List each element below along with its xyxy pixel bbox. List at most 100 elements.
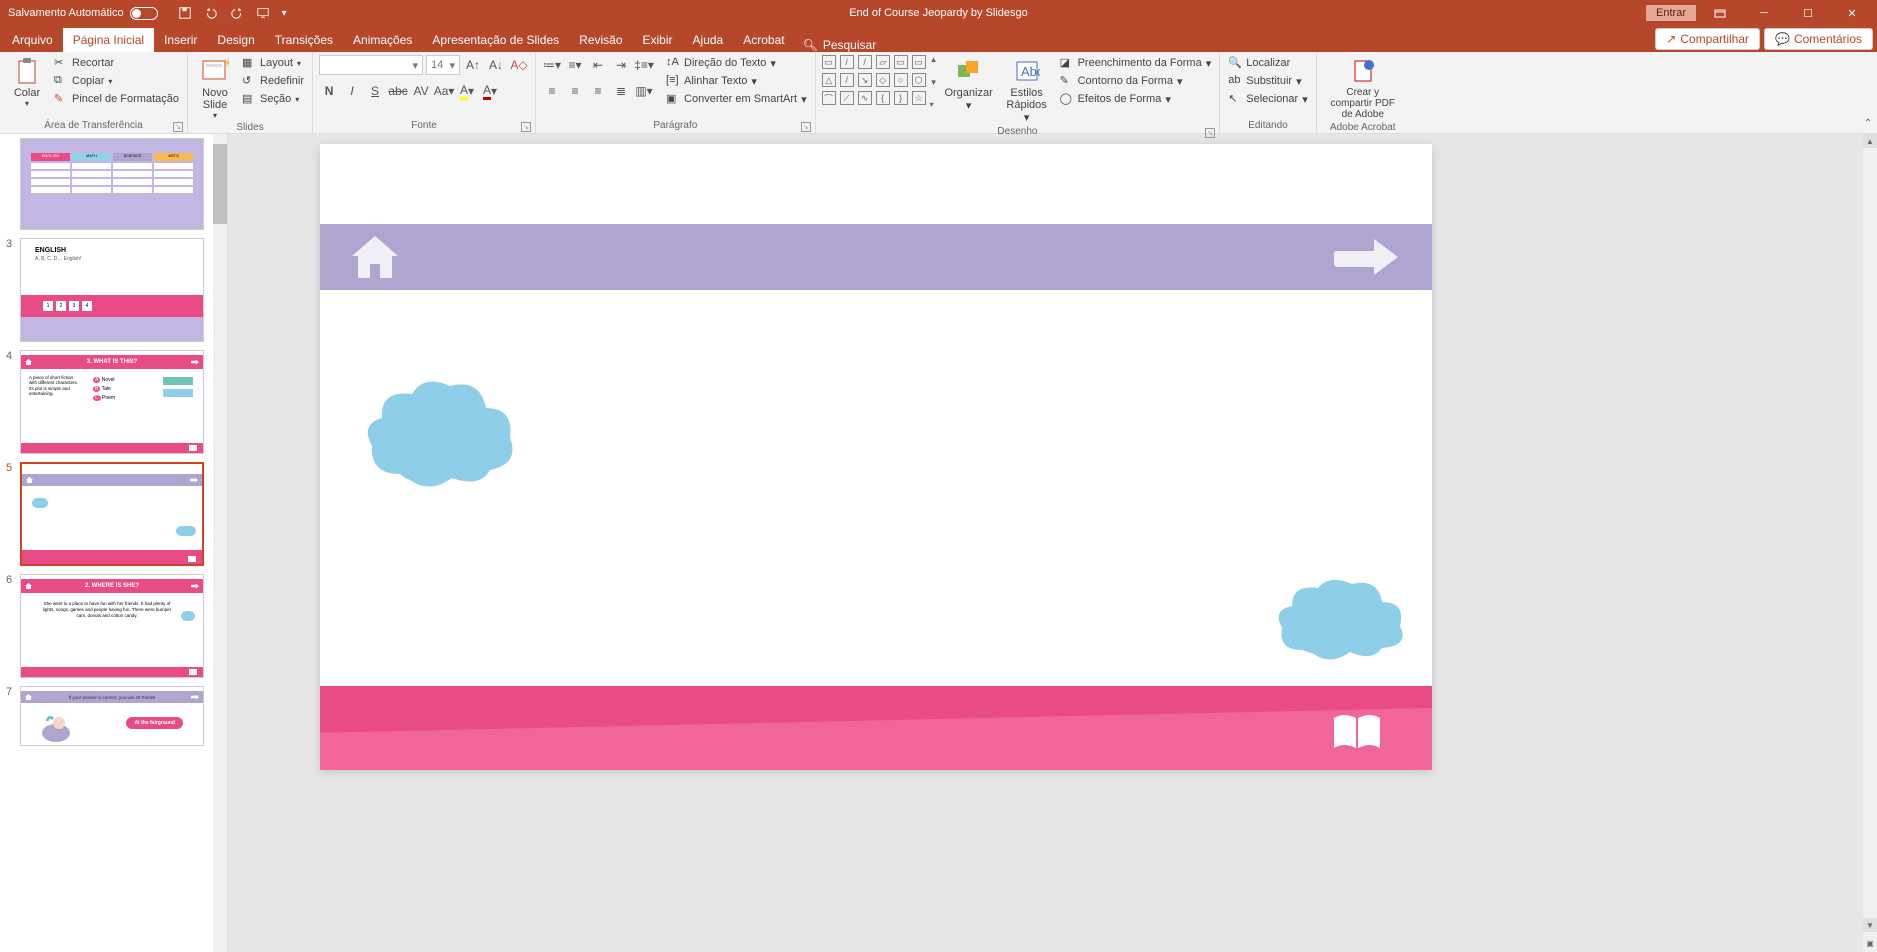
home-icon[interactable] (350, 234, 400, 280)
slide-thumbnail[interactable]: ENGLISH A, B, C, D… English! 1 2 3 4 (20, 238, 204, 342)
cut-button[interactable]: ✂Recortar (52, 55, 181, 71)
slide-canvas[interactable] (320, 144, 1432, 770)
thumbs-scrollbar[interactable] (213, 134, 227, 952)
align-center-button[interactable]: ≡ (565, 81, 585, 101)
collapse-ribbon-icon[interactable]: ⌃ (1859, 52, 1877, 133)
increase-indent-button[interactable]: ⇥ (611, 55, 631, 75)
scissors-icon: ✂ (54, 56, 68, 70)
tab-animacoes[interactable]: Animações (343, 28, 422, 52)
save-icon[interactable] (178, 6, 192, 20)
font-size-dropdown[interactable]: 14▾ (426, 55, 460, 75)
underline-button[interactable]: S (365, 81, 385, 101)
shape-fill-button[interactable]: ◪Preenchimento da Forma▾ (1058, 55, 1214, 71)
tab-arquivo[interactable]: Arquivo (2, 28, 63, 52)
ribbon-display-icon[interactable] (1700, 3, 1740, 23)
clear-format-icon[interactable]: A◇ (509, 55, 529, 75)
bold-button[interactable]: N (319, 81, 339, 101)
redo-icon[interactable] (230, 6, 244, 20)
shapes-gallery[interactable]: ▭//▱▭▭ △/↘◇○⬡ ⌒⟋∿{}☆ (822, 55, 928, 107)
char-spacing-button[interactable]: Aa▾ (434, 81, 454, 101)
align-left-button[interactable]: ≡ (542, 81, 562, 101)
text-direction-button[interactable]: ↕ADireção do Texto▾ (664, 55, 809, 71)
tab-inserir[interactable]: Inserir (154, 28, 207, 52)
tab-transicoes[interactable]: Transições (265, 28, 343, 52)
tab-apresentacao[interactable]: Apresentação de Slides (422, 28, 569, 52)
font-family-dropdown[interactable]: ▾ (319, 55, 423, 75)
paste-button[interactable]: Colar▾ (6, 55, 48, 110)
gallery-more-icon[interactable]: ▾ (930, 100, 938, 109)
italic-button[interactable]: I (342, 81, 362, 101)
book-icon[interactable] (1332, 712, 1382, 752)
decrease-indent-button[interactable]: ⇤ (588, 55, 608, 75)
arrange-icon (955, 57, 983, 85)
autosave-toggle[interactable]: Salvamento Automático (8, 7, 158, 20)
slide-thumbnail-selected[interactable] (20, 462, 204, 566)
layout-icon: ▦ (242, 56, 256, 70)
signin-button[interactable]: Entrar (1646, 5, 1696, 21)
bullets-button[interactable]: ≔▾ (542, 55, 562, 75)
font-color-button[interactable]: A▾ (480, 81, 500, 101)
increase-font-icon[interactable]: A↑ (463, 55, 483, 75)
format-painter-button[interactable]: ✎Pincel de Formatação (52, 91, 181, 107)
launcher-icon[interactable]: ↘ (801, 122, 811, 132)
justify-button[interactable]: ≣ (611, 81, 631, 101)
columns-button[interactable]: ▥▾ (634, 81, 654, 101)
present-icon[interactable] (256, 6, 270, 20)
arrange-button[interactable]: Organizar▾ (942, 55, 996, 114)
adobe-pdf-button[interactable]: Crear y compartir PDF de Adobe (1323, 55, 1403, 122)
scroll-down-icon[interactable]: ▼ (1863, 918, 1877, 932)
tab-acrobat[interactable]: Acrobat (733, 28, 794, 52)
decrease-font-icon[interactable]: A↓ (486, 55, 506, 75)
replace-button[interactable]: abSubstituir ▾ (1226, 73, 1310, 89)
tell-me-search[interactable]: 🔍︎ Pesquisar (795, 38, 885, 52)
gallery-up-icon[interactable]: ▲ (930, 55, 938, 64)
reset-button[interactable]: ↺Redefinir (240, 73, 306, 89)
find-button[interactable]: 🔍Localizar (1226, 55, 1310, 71)
smartart-icon: ▣ (666, 92, 680, 106)
text-direction-icon: ↕A (666, 56, 680, 70)
tab-ajuda[interactable]: Ajuda (683, 28, 734, 52)
thumb-number: 4 (6, 350, 16, 454)
line-spacing-button[interactable]: ‡≡▾ (634, 55, 654, 75)
section-button[interactable]: ▤Seção ▾ (240, 91, 306, 107)
select-button[interactable]: ↖Selecionar ▾ (1226, 91, 1310, 107)
tab-pagina-inicial[interactable]: Página Inicial (63, 28, 154, 52)
canvas-vertical-scrollbar[interactable]: ▲ ▼ ▣ (1863, 134, 1877, 952)
layout-button[interactable]: ▦Layout ▾ (240, 55, 306, 71)
share-button[interactable]: ↗Compartilhar (1655, 28, 1760, 50)
align-right-button[interactable]: ≡ (588, 81, 608, 101)
shadow-button[interactable]: AV (411, 81, 431, 101)
slide-thumbnail[interactable]: 2. WHERE IS SHE? She went to a place to … (20, 574, 204, 678)
launcher-icon[interactable]: ↘ (173, 122, 183, 132)
copy-button[interactable]: ⧉Copiar ▾ (52, 73, 181, 89)
group-slides-label: Slides (194, 122, 306, 134)
gallery-down-icon[interactable]: ▼ (930, 78, 938, 87)
slide-thumbnail[interactable]: ENGLISH MATH SCIENCE ARTS (20, 138, 204, 230)
new-slide-button[interactable]: ✳ Novo Slide▾ (194, 55, 236, 122)
numbering-button[interactable]: ≡▾ (565, 55, 585, 75)
quick-styles-button[interactable]: Abc Estilos Rápidos▾ (1000, 55, 1054, 126)
tab-design[interactable]: Design (207, 28, 264, 52)
tab-exibir[interactable]: Exibir (633, 28, 683, 52)
thumb-number: 5 (6, 462, 16, 566)
minimize-icon[interactable]: ─ (1744, 3, 1784, 23)
undo-icon[interactable] (204, 6, 218, 20)
highlight-button[interactable]: A▾ (457, 81, 477, 101)
shape-outline-button[interactable]: ✎Contorno da Forma▾ (1058, 73, 1214, 89)
maximize-icon[interactable]: ☐ (1788, 3, 1828, 23)
scroll-up-icon[interactable]: ▲ (1863, 134, 1877, 148)
shape-effects-button[interactable]: ◯Efeitos de Forma▾ (1058, 91, 1214, 107)
slide-thumbnail[interactable]: If your answer is correct, you win 20 Po… (20, 686, 204, 746)
strikethrough-button[interactable]: abc (388, 81, 408, 101)
qat-more-icon[interactable]: ▾ (282, 8, 287, 19)
close-icon[interactable]: ✕ (1832, 3, 1872, 23)
align-text-button[interactable]: [≡]Alinhar Texto▾ (664, 73, 809, 89)
workspace: ENGLISH MATH SCIENCE ARTS 3 ENGLISH A, B… (0, 134, 1877, 952)
slide-thumbnail[interactable]: 3. WHAT IS THIS? A piece of short fictio… (20, 350, 204, 454)
comments-button[interactable]: 💬Comentários (1764, 28, 1873, 50)
slide-nav-icon[interactable]: ▣ (1863, 936, 1877, 950)
launcher-icon[interactable]: ↘ (521, 122, 531, 132)
tab-revisao[interactable]: Revisão (569, 28, 632, 52)
next-arrow-icon[interactable] (1332, 237, 1402, 277)
smartart-button[interactable]: ▣Converter em SmartArt▾ (664, 91, 809, 107)
